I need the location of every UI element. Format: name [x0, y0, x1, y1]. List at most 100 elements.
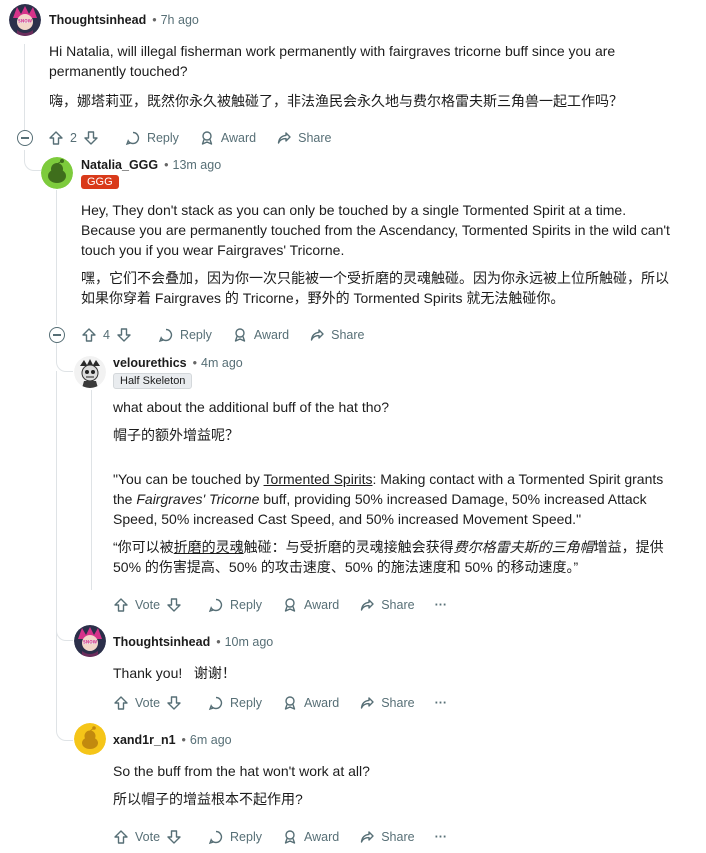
thread-line-2	[56, 190, 57, 325]
vote-control: Vote	[113, 695, 188, 711]
award-button[interactable]: Award	[282, 829, 339, 845]
reply-button[interactable]: Reply	[125, 130, 179, 146]
comment-username[interactable]: Natalia_GGG • 13m ago	[81, 158, 221, 172]
svg-text:SNOW: SNOW	[83, 640, 98, 645]
comment-text-line: 嗨，娜塔莉亚，既然你永久被触碰了，非法渔民会永久地与费尔格雷夫斯三角兽一起工作吗…	[49, 93, 623, 109]
award-button[interactable]: Award	[282, 597, 339, 613]
comment-timestamp: 4m ago	[201, 356, 243, 370]
comment-text-line: permanently touched?	[49, 63, 188, 79]
reply-button[interactable]: Reply	[208, 695, 262, 711]
thread-connector-natalia	[24, 150, 41, 171]
comment-text-line: Hi Natalia, will illegal fisherman work …	[49, 43, 616, 59]
reply-icon	[126, 131, 140, 145]
collapse-thread-button[interactable]	[49, 327, 65, 343]
comment-actions: 2 Reply Award Share	[48, 126, 352, 150]
comment-timestamp: 6m ago	[189, 733, 232, 747]
avatar[interactable]	[74, 356, 106, 388]
award-button[interactable]: Award	[199, 130, 256, 146]
reply-icon	[209, 696, 223, 710]
comment-actions: 4 Reply Award Share	[81, 323, 385, 347]
more-options-button[interactable]: ···	[435, 696, 448, 710]
comment-timestamp: 13m ago	[172, 158, 222, 172]
avatar[interactable]: SNOW	[74, 625, 106, 657]
share-icon	[361, 599, 374, 611]
svg-text:SNOW: SNOW	[18, 19, 33, 24]
share-button[interactable]: Share	[276, 130, 332, 146]
award-button[interactable]: Award	[232, 327, 289, 343]
upvote-icon[interactable]	[81, 327, 97, 343]
wiki-link[interactable]: Tormented Spirits	[264, 471, 373, 487]
reply-icon	[159, 328, 173, 342]
award-button[interactable]: Award	[282, 695, 339, 711]
award-icon	[284, 598, 296, 612]
vote-count: Vote	[135, 696, 161, 710]
downvote-icon[interactable]	[166, 695, 182, 711]
comment-text-line: Thank you! 谢谢！	[113, 665, 236, 681]
avatar[interactable]	[41, 157, 73, 189]
comment-username[interactable]: Thoughtsinhead • 10m ago	[113, 635, 273, 649]
comment-body: what about the additional buff of the ha…	[113, 397, 693, 577]
comment-timestamp: 7h ago	[160, 13, 199, 27]
comment-text-line: 所以帽子的增益根本不起作用?	[113, 791, 303, 807]
downvote-icon[interactable]	[83, 130, 99, 146]
more-options-button[interactable]: ···	[435, 598, 448, 612]
vote-control: 4	[81, 327, 138, 343]
comment-body: Thank you! 谢谢！	[113, 663, 693, 683]
user-flair: GGG	[81, 175, 119, 189]
thread-connector-xand1r	[56, 710, 73, 741]
collapse-thread-button[interactable]	[17, 130, 33, 146]
comment-actions: Vote Reply Award Share ···	[113, 593, 467, 617]
comment-username[interactable]: xand1r_n1 • 6m ago	[113, 733, 232, 747]
reply-button[interactable]: Reply	[208, 829, 262, 845]
upvote-icon[interactable]	[113, 829, 129, 845]
avatar[interactable]: SNOW	[9, 4, 41, 36]
comment-text-line: 如果你穿着 Fairgraves 的 Tricorne，野外的 Tormente…	[81, 290, 565, 306]
comment-body: Hey, They don't stack as you can only be…	[81, 200, 691, 308]
comment-text-line: 嘿，它们不会叠加，因为你一次只能被一个受折磨的灵魂触碰。因为你永远被上位所触碰，…	[81, 270, 669, 286]
vote-count: 4	[103, 328, 110, 342]
downvote-icon[interactable]	[116, 327, 132, 343]
downvote-icon[interactable]	[166, 829, 182, 845]
comment-username[interactable]: Thoughtsinhead • 7h ago	[49, 13, 199, 27]
quote-line-zh: 50% 的伤害提高、50% 的攻击速度、50% 的施法速度和 50% 的移动速度…	[113, 559, 579, 575]
quote-line: "You can be touched by Tormented Spirits…	[113, 471, 664, 487]
thread-line-4	[91, 390, 92, 590]
vote-count: Vote	[135, 830, 161, 844]
thread-line-1	[24, 44, 25, 130]
vote-control: Vote	[113, 597, 188, 613]
thread-connector-thoughtsinhead-2	[56, 612, 73, 641]
quote-line: the Fairgraves' Tricorne buff, providing…	[113, 491, 647, 507]
more-options-button[interactable]: ···	[435, 830, 448, 844]
quote-line-zh: “你可以被折磨的灵魂触碰：与受折磨的灵魂接触会获得费尔格雷夫斯的三角帽增益，提供	[113, 539, 664, 555]
upvote-icon[interactable]	[113, 597, 129, 613]
share-button[interactable]: Share	[359, 597, 415, 613]
reply-button[interactable]: Reply	[208, 597, 262, 613]
share-icon	[361, 697, 374, 709]
comment-actions: Vote Reply Award Share ···	[113, 825, 467, 849]
reply-icon	[209, 830, 223, 844]
comment-username[interactable]: velourethics • 4m ago	[113, 356, 243, 370]
share-icon	[310, 329, 324, 341]
comment-text-line: 帽子的额外增益呢？	[113, 427, 239, 443]
share-button[interactable]: Share	[359, 695, 415, 711]
share-button[interactable]: Share	[309, 327, 365, 343]
award-icon	[284, 830, 296, 844]
wiki-link[interactable]: 折磨的灵魂	[174, 539, 244, 555]
comment-body: So the buff from the hat won't work at a…	[113, 761, 693, 809]
upvote-icon[interactable]	[113, 695, 129, 711]
comment-body: Hi Natalia, will illegal fisherman work …	[49, 41, 689, 111]
comment-text-line: Hey, They don't stack as you can only be…	[81, 202, 627, 218]
vote-count: 2	[70, 131, 77, 145]
share-button[interactable]: Share	[359, 829, 415, 845]
share-icon	[277, 132, 291, 144]
award-icon	[234, 328, 246, 342]
thread-line-3	[56, 371, 57, 731]
downvote-icon[interactable]	[166, 597, 182, 613]
vote-control: Vote	[113, 829, 188, 845]
reply-button[interactable]: Reply	[158, 327, 212, 343]
vote-count: Vote	[135, 598, 161, 612]
comment-text-line: Because you are permanently touched from…	[81, 222, 670, 238]
avatar[interactable]	[74, 723, 106, 755]
upvote-icon[interactable]	[48, 130, 64, 146]
award-icon	[284, 696, 296, 710]
